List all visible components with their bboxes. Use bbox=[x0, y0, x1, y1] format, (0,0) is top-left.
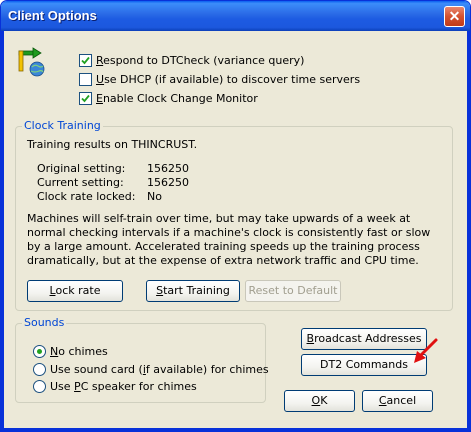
window-frame-left bbox=[1, 31, 4, 431]
use-dhcp-label: Use DHCP (if available) to discover time… bbox=[96, 72, 361, 86]
broadcast-addresses-button[interactable]: Broadcast Addresses bbox=[301, 328, 427, 350]
close-button[interactable]: ✕ bbox=[444, 6, 465, 27]
respond-dtcheck-label: Respond to DTCheck (variance query) bbox=[96, 53, 305, 67]
sound-card-radio-row[interactable]: Use sound card (if available) for chimes bbox=[33, 361, 269, 377]
title-bar[interactable]: Client Options ✕ bbox=[1, 1, 470, 31]
current-setting-value: 156250 bbox=[147, 176, 189, 189]
reset-to-default-button[interactable]: Reset to Default bbox=[245, 280, 341, 302]
close-icon: ✕ bbox=[448, 8, 461, 24]
original-setting-label: Original setting: bbox=[37, 162, 126, 175]
training-results-text: Training results on THINCRUST. bbox=[27, 138, 198, 151]
clock-rate-locked-label: Clock rate locked: bbox=[37, 190, 136, 203]
no-chimes-label: No chimes bbox=[50, 344, 108, 358]
checkmark-icon bbox=[81, 94, 90, 102]
respond-dtcheck-checkbox[interactable] bbox=[79, 53, 92, 67]
radio-selected-dot bbox=[37, 348, 42, 354]
use-dhcp-checkbox-row[interactable]: Use DHCP (if available) to discover time… bbox=[79, 71, 360, 87]
clock-change-monitor-checkbox-row[interactable]: Enable Clock Change Monitor bbox=[79, 90, 258, 106]
client-options-dialog: Client Options ✕ Respond to DTCheck (var… bbox=[0, 0, 471, 432]
lock-rate-button[interactable]: Lock rate bbox=[27, 280, 123, 302]
pc-speaker-label: Use PC speaker for chimes bbox=[50, 379, 197, 393]
ok-button[interactable]: OK bbox=[284, 390, 355, 412]
window-title: Client Options bbox=[8, 8, 97, 23]
no-chimes-radio[interactable] bbox=[33, 344, 46, 358]
clock-training-title: Clock Training bbox=[22, 119, 103, 132]
no-chimes-radio-row[interactable]: No chimes bbox=[33, 343, 108, 359]
clock-change-monitor-checkbox[interactable] bbox=[79, 91, 92, 105]
annotation-arrow-icon bbox=[414, 338, 438, 363]
current-setting-label: Current setting: bbox=[37, 176, 124, 189]
sound-card-label: Use sound card (if available) for chimes bbox=[50, 362, 269, 376]
respond-dtcheck-checkbox-row[interactable]: Respond to DTCheck (variance query) bbox=[79, 52, 304, 68]
start-training-button[interactable]: Start Training bbox=[146, 280, 240, 302]
cancel-button[interactable]: Cancel bbox=[362, 390, 433, 412]
sound-card-radio[interactable] bbox=[33, 362, 46, 376]
window-frame-bottom bbox=[1, 428, 470, 431]
clock-change-monitor-label: Enable Clock Change Monitor bbox=[96, 91, 258, 105]
clock-rate-locked-value: No bbox=[147, 190, 162, 203]
checkmark-icon bbox=[81, 56, 90, 64]
dt2-commands-button[interactable]: DT2 Commands bbox=[301, 354, 427, 376]
sounds-title: Sounds bbox=[22, 316, 67, 329]
original-setting-value: 156250 bbox=[147, 162, 189, 175]
app-tools-icon bbox=[18, 47, 45, 77]
training-description: Machines will self-train over time, but … bbox=[27, 212, 431, 267]
use-dhcp-checkbox[interactable] bbox=[79, 72, 92, 86]
pc-speaker-radio[interactable] bbox=[33, 379, 46, 393]
pc-speaker-radio-row[interactable]: Use PC speaker for chimes bbox=[33, 378, 197, 394]
window-frame-right bbox=[467, 31, 470, 431]
